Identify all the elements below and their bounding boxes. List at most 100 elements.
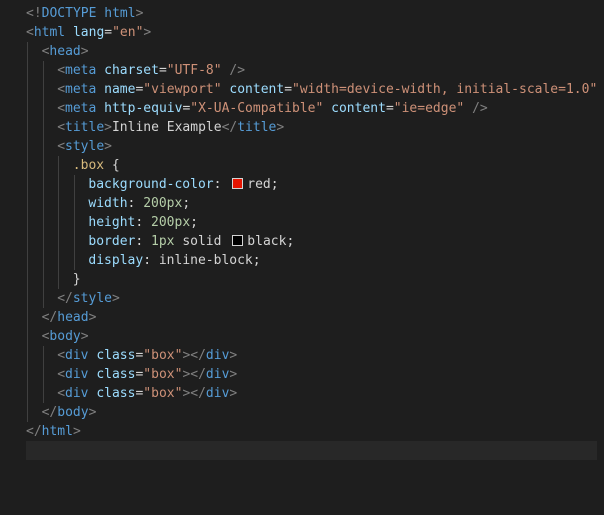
line-content: <!DOCTYPE html> (26, 6, 143, 21)
token-text: ; (286, 234, 295, 249)
token-str: "width=device-width, initial-scale=1.0" (292, 82, 598, 97)
token-str: "box" (143, 386, 183, 401)
code-line[interactable]: } (26, 270, 604, 289)
token-text: = (284, 82, 293, 97)
code-editor[interactable]: <!DOCTYPE html> <html lang="en"> <head> <me… (0, 0, 604, 515)
token-tag: div (65, 367, 89, 382)
token-punct: > (229, 386, 238, 401)
line-content: width: 200px; (26, 196, 190, 211)
current-line[interactable] (26, 441, 597, 460)
token-punct: </ (57, 291, 73, 306)
indent-guide (42, 80, 44, 99)
line-content: </head> (26, 310, 97, 325)
indent-guide (42, 99, 44, 118)
token-str: "ie=edge" (393, 101, 465, 116)
line-content: <div class="box"></div> (26, 348, 237, 363)
indent-guide (27, 346, 28, 365)
indent-guide (73, 232, 75, 251)
code-line[interactable]: <title>Inline Example</title> (26, 118, 604, 137)
token-punct: ></ (182, 348, 206, 363)
token-attr: lang (72, 25, 105, 40)
line-content: } (26, 272, 81, 287)
token-text: : (143, 253, 159, 268)
code-line[interactable]: <div class="box"></div> (26, 384, 604, 403)
token-text: Inline Example (111, 120, 222, 135)
code-line[interactable]: <meta http-equiv = "X-UA-Compatible" conte… (26, 99, 604, 118)
token-prop: background-color (88, 177, 214, 192)
token-tag: meta (65, 63, 97, 78)
code-line[interactable]: </html> (26, 422, 604, 441)
token-tag: div (65, 386, 89, 401)
token-str: "en" (112, 25, 144, 40)
indent-guide (27, 308, 28, 327)
token-tag: title (65, 120, 105, 135)
indent-guide (27, 270, 28, 289)
indent-guide (27, 80, 28, 99)
code-line[interactable]: display: inline-block; (26, 251, 604, 270)
code-area[interactable]: <!DOCTYPE html> <html lang="en"> <head> <me… (26, 4, 604, 460)
code-line[interactable]: <div class="box"></div> (26, 365, 604, 384)
color-swatch-icon[interactable] (232, 178, 244, 189)
line-content: .box { (26, 158, 120, 173)
token-text: ; (182, 196, 191, 211)
code-line[interactable]: <!DOCTYPE html> (26, 4, 604, 23)
indent-guide (58, 251, 60, 270)
token-val: black (247, 234, 287, 249)
indent-guide (42, 118, 44, 137)
indent-guide (73, 251, 75, 270)
indent-guide (42, 213, 44, 232)
token-tag: div (65, 348, 89, 363)
code-line[interactable]: <body> (26, 327, 604, 346)
token-attr: content (331, 101, 386, 116)
token-text: : (135, 215, 152, 230)
code-line[interactable]: background-color: red; (26, 175, 604, 194)
token-sel: .box (72, 158, 105, 173)
line-content: <div class="box"></div> (26, 367, 237, 382)
code-line[interactable]: width: 200px; (26, 194, 604, 213)
indent-guide (42, 156, 44, 175)
token-text: { (104, 158, 120, 173)
token-prop: border (88, 234, 136, 249)
token-str: "box" (143, 348, 183, 363)
indent-guide (27, 175, 28, 194)
token-punct: > (88, 405, 97, 420)
indent-guide (73, 194, 75, 213)
line-content: height: 200px; (26, 215, 198, 230)
code-line[interactable]: <html lang="en"> (26, 23, 604, 42)
code-line[interactable]: </head> (26, 308, 604, 327)
code-line[interactable]: <meta charset="UTF-8" /> (26, 61, 604, 80)
indent-guide (27, 327, 28, 346)
code-line[interactable]: <style> (26, 137, 604, 156)
color-swatch-icon[interactable] (232, 235, 244, 246)
indent-guide (73, 175, 75, 194)
code-line[interactable]: <div class="box"></div> (26, 346, 604, 365)
code-line[interactable]: border: 1px solid black; (26, 232, 604, 251)
token-punct: > (135, 6, 144, 21)
indent-guide (27, 384, 28, 403)
indent-guide (42, 137, 44, 156)
token-punct: < (57, 139, 66, 154)
token-punct: < (57, 348, 66, 363)
token-num: 1px (151, 234, 175, 249)
code-line[interactable]: </body> (26, 403, 604, 422)
token-text: = (385, 101, 394, 116)
line-content: <style> (26, 139, 112, 154)
token-punct: < (57, 367, 66, 382)
token-attr: name (104, 82, 136, 97)
indent-guide (27, 194, 28, 213)
token-tag: body (49, 329, 81, 344)
code-line[interactable]: height: 200px; (26, 213, 604, 232)
code-line[interactable]: </style> (26, 289, 604, 308)
token-punct: </ (41, 405, 58, 420)
code-line[interactable]: <head> (26, 42, 604, 61)
code-line[interactable]: .box { (26, 156, 604, 175)
token-tag: html (33, 25, 66, 40)
token-tag: div (205, 386, 230, 401)
token-punct: < (57, 82, 66, 97)
code-line[interactable]: <meta name="viewport" content="width=dev… (26, 80, 604, 99)
